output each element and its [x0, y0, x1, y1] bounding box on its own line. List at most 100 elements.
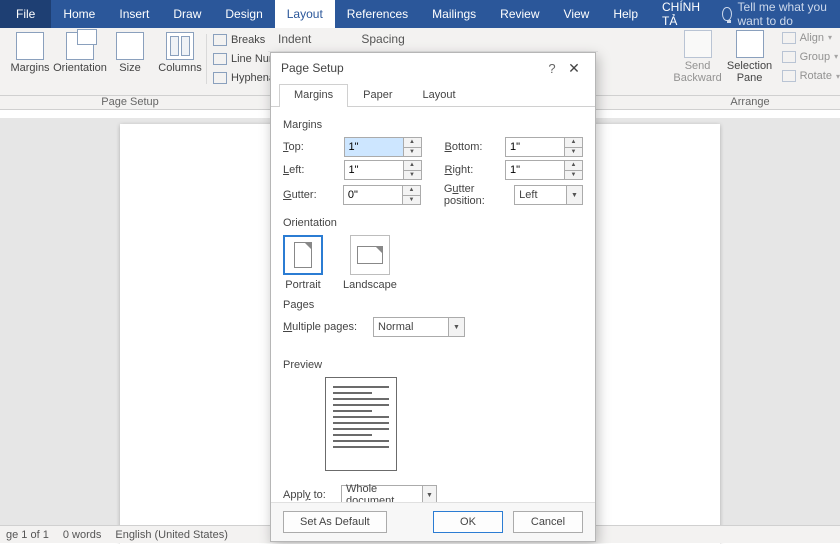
top-input[interactable]	[345, 138, 403, 156]
ok-button[interactable]: OK	[433, 511, 503, 533]
close-button[interactable]: ✕	[563, 60, 585, 77]
orientation-landscape[interactable]: Landscape	[343, 235, 397, 291]
spin-up-icon[interactable]: ▲	[403, 186, 420, 196]
apply-to-select[interactable]: Whole document ▼	[341, 485, 437, 502]
bottom-input[interactable]	[506, 138, 564, 156]
send-backward-button[interactable]: Send Backward	[674, 28, 722, 95]
group-label: Group	[800, 51, 831, 63]
tab-help[interactable]: Help	[601, 0, 650, 28]
landscape-label: Landscape	[343, 279, 397, 291]
multiple-pages-label: Multiple pages:	[283, 321, 365, 333]
spin-up-icon[interactable]: ▲	[565, 138, 582, 148]
margins-section-label: Margins	[283, 119, 583, 131]
right-input[interactable]	[506, 161, 564, 179]
dialog-tab-paper[interactable]: Paper	[348, 84, 407, 107]
dialog-body: Margins Top: ▲▼ Bottom: ▲▼ Left: ▲▼ Righ…	[271, 107, 595, 502]
tab-references[interactable]: References	[335, 0, 420, 28]
bottom-label: Bottom:	[445, 141, 498, 153]
gutter-position-select[interactable]: Left ▼	[514, 185, 583, 205]
right-spinner[interactable]: ▲▼	[505, 160, 583, 180]
rotate-icon	[782, 70, 796, 82]
rotate-button[interactable]: Rotate ▾	[782, 70, 840, 82]
right-label: Right:	[445, 164, 498, 176]
arrange-group-label: Arrange	[660, 96, 840, 109]
size-button[interactable]: Size	[106, 30, 154, 88]
margins-button[interactable]: Margins	[6, 30, 54, 88]
selection-pane-label: Selection Pane	[727, 60, 772, 84]
separator	[206, 34, 207, 84]
left-spinner[interactable]: ▲▼	[344, 160, 422, 180]
margins-icon	[16, 32, 44, 60]
gutter-input[interactable]	[344, 186, 402, 204]
status-page[interactable]: ge 1 of 1	[6, 529, 49, 541]
align-icon	[782, 32, 796, 44]
multiple-pages-value: Normal	[378, 321, 413, 333]
bottom-spinner[interactable]: ▲▼	[505, 137, 583, 157]
preview-section-label: Preview	[283, 359, 583, 371]
lightbulb-icon	[722, 7, 732, 21]
pages-section-label: Pages	[283, 299, 583, 311]
dialog-titlebar: Page Setup ? ✕	[271, 53, 595, 83]
group-icon	[782, 51, 796, 63]
send-backward-label: Send Backward	[673, 60, 721, 84]
cancel-button[interactable]: Cancel	[513, 511, 583, 533]
spin-down-icon[interactable]: ▼	[565, 148, 582, 157]
set-default-button[interactable]: Set As Default	[283, 511, 387, 533]
status-words[interactable]: 0 words	[63, 529, 102, 541]
spin-down-icon[interactable]: ▼	[403, 196, 420, 205]
spin-up-icon[interactable]: ▲	[565, 161, 582, 171]
dialog-title: Page Setup	[281, 61, 344, 75]
tab-draw[interactable]: Draw	[161, 0, 213, 28]
tab-home[interactable]: Home	[51, 0, 107, 28]
help-button[interactable]: ?	[541, 61, 563, 76]
align-button[interactable]: Align ▾	[782, 32, 840, 44]
orientation-label: Orientation	[53, 62, 107, 74]
spin-down-icon[interactable]: ▼	[565, 171, 582, 180]
columns-button[interactable]: Columns	[156, 30, 204, 88]
size-icon	[116, 32, 144, 60]
apply-to-value: Whole document	[346, 483, 418, 502]
spin-up-icon[interactable]: ▲	[404, 138, 421, 148]
tab-view[interactable]: View	[552, 0, 602, 28]
tab-chinh-ta[interactable]: CHÍNH TẢ	[650, 0, 712, 28]
top-spinner[interactable]: ▲▼	[344, 137, 422, 157]
status-language[interactable]: English (United States)	[115, 529, 228, 541]
dialog-tab-margins[interactable]: Margins	[279, 84, 348, 107]
tell-me-search[interactable]: Tell me what you want to do	[712, 0, 840, 28]
tab-design[interactable]: Design	[213, 0, 274, 28]
indent-spacing-row: Indent Spacing	[268, 28, 598, 52]
ribbon-tabs: File Home Insert Draw Design Layout Refe…	[0, 0, 840, 28]
tab-mailings[interactable]: Mailings	[420, 0, 488, 28]
tab-insert[interactable]: Insert	[107, 0, 161, 28]
spin-down-icon[interactable]: ▼	[404, 148, 421, 157]
chevron-down-icon: ▾	[828, 33, 832, 42]
columns-label: Columns	[158, 62, 201, 74]
tab-file[interactable]: File	[0, 0, 51, 28]
gutter-spinner[interactable]: ▲▼	[343, 185, 421, 205]
tab-review[interactable]: Review	[488, 0, 551, 28]
orientation-portrait[interactable]: Portrait	[283, 235, 323, 291]
margins-label: Margins	[10, 62, 49, 74]
gutter-position-label: Gutter position:	[444, 183, 506, 207]
selection-pane-button[interactable]: Selection Pane	[726, 28, 774, 95]
orientation-button[interactable]: Orientation	[56, 30, 104, 88]
left-input[interactable]	[345, 161, 403, 179]
portrait-label: Portrait	[285, 279, 320, 291]
gutter-label: Gutter:	[283, 189, 335, 201]
apply-to-label: Apply to:	[283, 489, 333, 501]
size-label: Size	[119, 62, 140, 74]
group-page-setup: Margins Orientation Size Columns Breaks …	[0, 28, 314, 95]
spin-up-icon[interactable]: ▲	[404, 161, 421, 171]
chevron-down-icon: ▼	[566, 186, 582, 204]
multiple-pages-select[interactable]: Normal ▼	[373, 317, 465, 337]
dialog-footer: Set As Default OK Cancel	[271, 502, 595, 541]
selection-pane-icon	[736, 30, 764, 58]
group-button[interactable]: Group ▾	[782, 51, 840, 63]
tab-layout[interactable]: Layout	[275, 0, 335, 28]
spin-down-icon[interactable]: ▼	[404, 171, 421, 180]
chevron-down-icon: ▼	[448, 318, 464, 336]
tell-me-label: Tell me what you want to do	[738, 0, 830, 28]
orientation-section-label: Orientation	[283, 217, 583, 229]
dialog-tab-layout[interactable]: Layout	[407, 84, 470, 107]
preview-thumbnail	[325, 377, 397, 471]
